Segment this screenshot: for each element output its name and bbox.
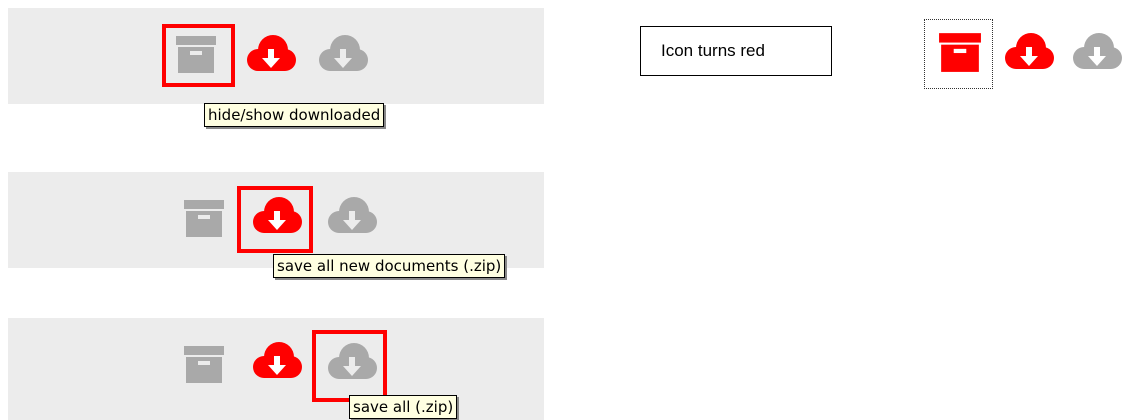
annotation-note: Icon turns red (640, 26, 832, 76)
archive-box-icon[interactable] (183, 198, 225, 238)
archive-box-icon[interactable] (183, 344, 225, 384)
highlight-box (237, 186, 313, 253)
highlight-box (312, 330, 387, 402)
cloud-download-icon[interactable] (252, 341, 302, 381)
cloud-download-icon[interactable] (1004, 32, 1054, 72)
cloud-download-icon[interactable] (318, 34, 368, 74)
tooltip-hide-show: hide/show downloaded (204, 103, 385, 127)
cloud-download-icon[interactable] (1072, 32, 1123, 72)
tooltip-save-all: save all (.zip) (349, 395, 458, 419)
annotation-text: Icon turns red (661, 41, 765, 60)
archive-box-icon[interactable] (938, 31, 982, 73)
highlight-box (162, 24, 235, 87)
cloud-download-icon[interactable] (327, 196, 377, 236)
tooltip-save-new: save all new documents (.zip) (273, 254, 506, 278)
cloud-download-icon[interactable] (246, 34, 296, 74)
